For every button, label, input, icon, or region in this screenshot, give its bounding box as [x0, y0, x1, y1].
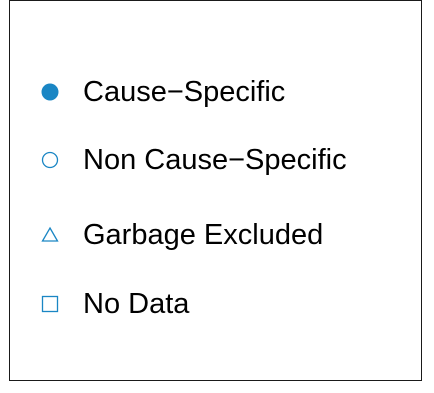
legend-box: Cause−Specific Non Cause−Specific Garbag…: [9, 0, 422, 381]
legend-label: Garbage Excluded: [83, 219, 324, 251]
open-triangle-icon: [40, 225, 60, 245]
legend-label: Cause−Specific: [83, 76, 286, 108]
open-circle-icon: [40, 150, 60, 170]
legend-label: No Data: [83, 288, 190, 320]
open-square-icon: [40, 294, 60, 314]
legend-label: Non Cause−Specific: [83, 144, 347, 176]
filled-circle-icon: [40, 82, 60, 102]
